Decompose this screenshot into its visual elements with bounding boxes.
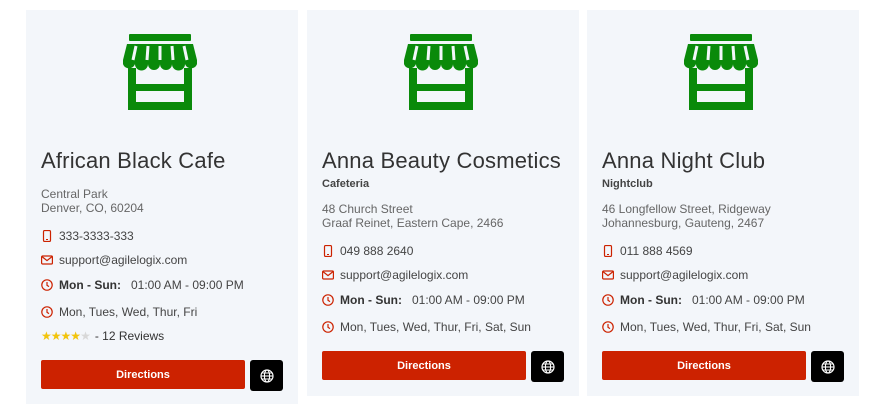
phone-number[interactable]: 049 888 2640 bbox=[340, 244, 413, 258]
phone-number[interactable]: 011 888 4569 bbox=[620, 244, 693, 258]
days-row: Mon, Tues, Wed, Thur, Fri bbox=[41, 305, 197, 319]
phone-icon bbox=[602, 245, 614, 257]
directions-button[interactable]: Directions bbox=[322, 351, 526, 380]
star-icon: ★ bbox=[60, 329, 72, 343]
hours-value: 01:00 AM - 09:00 PM bbox=[411, 293, 525, 307]
hours-row: Mon - Sun: 01:00 AM - 09:00 PM bbox=[602, 293, 805, 307]
hours-value: 01:00 AM - 09:00 PM bbox=[691, 293, 805, 307]
hours-label: Mon - Sun: bbox=[620, 293, 682, 307]
store-card: Anna Beauty Cosmetics Cafeteria 48 Churc… bbox=[307, 10, 579, 396]
store-name: Anna Beauty Cosmetics bbox=[322, 148, 561, 173]
directions-button[interactable]: Directions bbox=[41, 360, 245, 389]
address-line: Denver, CO, 60204 bbox=[41, 201, 144, 215]
address-line: 48 Church Street bbox=[322, 202, 413, 216]
directions-button[interactable]: Directions bbox=[602, 351, 806, 380]
store-card: African Black Cafe Central Park Denver, … bbox=[26, 10, 298, 404]
rating: ★ ★ ★ ★ ★ - 12 Reviews bbox=[41, 329, 164, 343]
address-line: Central Park bbox=[41, 187, 108, 201]
hours-row: Mon - Sun: 01:00 AM - 09:00 PM bbox=[41, 278, 244, 292]
store-icon bbox=[404, 34, 478, 110]
email-row[interactable]: support@agilelogix.com bbox=[322, 268, 468, 282]
envelope-icon bbox=[602, 269, 614, 281]
clock-icon bbox=[322, 294, 334, 306]
phone-icon bbox=[322, 245, 334, 257]
phone-row[interactable]: 011 888 4569 bbox=[602, 244, 693, 258]
phone-icon bbox=[41, 230, 53, 242]
phone-number[interactable]: 333-3333-333 bbox=[59, 229, 134, 243]
reviews-count[interactable]: - 12 Reviews bbox=[95, 329, 164, 343]
email-address[interactable]: support@agilelogix.com bbox=[340, 268, 468, 282]
email-row[interactable]: support@agilelogix.com bbox=[602, 268, 748, 282]
days-row: Mon, Tues, Wed, Thur, Fri, Sat, Sun bbox=[322, 320, 531, 334]
clock-icon bbox=[602, 321, 614, 333]
address-line: 46 Longfellow Street, Ridgeway bbox=[602, 202, 771, 216]
globe-icon bbox=[821, 360, 835, 374]
website-button[interactable] bbox=[811, 351, 844, 382]
open-days: Mon, Tues, Wed, Thur, Fri, Sat, Sun bbox=[620, 320, 811, 334]
globe-icon bbox=[541, 360, 555, 374]
address-line: Johannesburg, Gauteng, 2467 bbox=[602, 216, 765, 230]
star-icon: ★ bbox=[41, 329, 52, 343]
open-days: Mon, Tues, Wed, Thur, Fri, Sat, Sun bbox=[340, 320, 531, 334]
email-address[interactable]: support@agilelogix.com bbox=[59, 253, 187, 267]
phone-row[interactable]: 333-3333-333 bbox=[41, 229, 134, 243]
store-category: Nightclub bbox=[602, 178, 653, 190]
days-row: Mon, Tues, Wed, Thur, Fri, Sat, Sun bbox=[602, 320, 811, 334]
star-icon: ★ bbox=[70, 329, 81, 343]
hours-value: 01:00 AM - 09:00 PM bbox=[130, 278, 244, 292]
email-row[interactable]: support@agilelogix.com bbox=[41, 253, 187, 267]
phone-row[interactable]: 049 888 2640 bbox=[322, 244, 413, 258]
email-address[interactable]: support@agilelogix.com bbox=[620, 268, 748, 282]
address-line: Graaf Reinet, Eastern Cape, 2466 bbox=[322, 216, 504, 230]
envelope-icon bbox=[322, 269, 334, 281]
store-category: Cafeteria bbox=[322, 178, 370, 190]
star-icon: ★ bbox=[50, 329, 62, 343]
website-button[interactable] bbox=[531, 351, 564, 382]
clock-icon bbox=[322, 321, 334, 333]
hours-label: Mon - Sun: bbox=[340, 293, 402, 307]
clock-icon bbox=[602, 294, 614, 306]
store-name: Anna Night Club bbox=[602, 148, 766, 173]
store-icon bbox=[684, 34, 758, 110]
envelope-icon bbox=[41, 254, 53, 266]
clock-icon bbox=[41, 306, 53, 318]
hours-row: Mon - Sun: 01:00 AM - 09:00 PM bbox=[322, 293, 525, 307]
store-icon bbox=[123, 34, 197, 110]
clock-icon bbox=[41, 279, 53, 291]
star-icon: ★ bbox=[80, 329, 91, 343]
store-card: Anna Night Club Nightclub 46 Longfellow … bbox=[587, 10, 859, 396]
website-button[interactable] bbox=[250, 360, 283, 391]
globe-icon bbox=[260, 369, 274, 383]
open-days: Mon, Tues, Wed, Thur, Fri bbox=[59, 305, 198, 319]
hours-label: Mon - Sun: bbox=[59, 278, 121, 292]
store-name: African Black Cafe bbox=[41, 148, 226, 173]
